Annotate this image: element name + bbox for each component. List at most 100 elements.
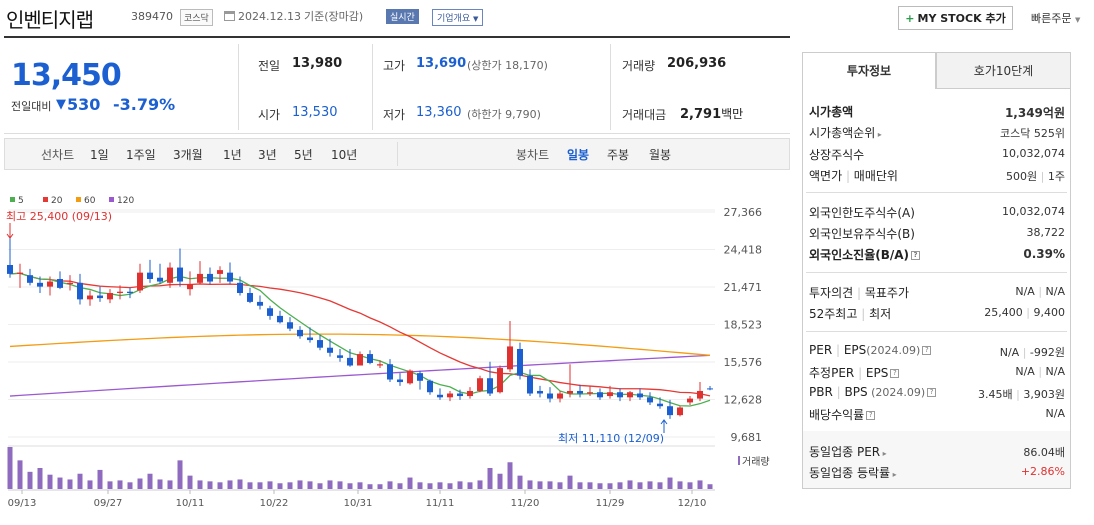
candle-body — [387, 364, 393, 380]
volume-bar — [377, 484, 383, 489]
y-tick-label: 21,471 — [724, 281, 763, 294]
change-value: ▼ 530 — [56, 95, 100, 114]
period-tab-2[interactable]: 3개월 — [173, 146, 203, 163]
separator: | — [1022, 306, 1034, 319]
separator: | — [1034, 285, 1046, 298]
volume-bar — [437, 482, 443, 489]
info-label-primary: PBR — [809, 385, 833, 399]
period-tab-1[interactable]: 1주일 — [126, 146, 156, 163]
company-info-dropdown[interactable]: 기업개요 ▼ — [432, 9, 484, 26]
separator: | — [832, 343, 844, 357]
info-value: 500원 | 1주 — [1006, 168, 1065, 184]
x-tick-label: 11/29 — [596, 498, 625, 509]
info-label-primary: PER — [809, 343, 833, 357]
candle-body — [337, 355, 343, 358]
info-value: N/A | -992원 — [1000, 344, 1065, 360]
volume-bar — [27, 471, 33, 489]
candle-body — [637, 393, 643, 398]
volume-bar — [477, 480, 483, 489]
period-tab-3[interactable]: 1년 — [223, 146, 242, 163]
volume-bar — [197, 480, 203, 489]
volume-bar — [687, 482, 693, 489]
info-label: 동일업종 PER ▸ — [809, 445, 887, 459]
info-value-secondary: 9,400 — [1033, 306, 1066, 319]
volume-bar — [287, 482, 293, 489]
candle-body — [97, 295, 103, 299]
volume-bar — [57, 477, 63, 489]
candle-tab-2[interactable]: 월봉 — [649, 146, 671, 163]
tab-hoga[interactable]: 호가10단계 — [936, 52, 1071, 89]
ma-legend-label: 120 — [117, 196, 134, 206]
candle-body — [427, 380, 433, 393]
info-value-secondary: N/A — [1045, 365, 1065, 378]
info-value: N/A | N/A — [1015, 365, 1065, 378]
info-label: 추정PER | EPS? — [809, 364, 900, 381]
candle-body — [657, 403, 663, 407]
volume-label: 거래량 — [622, 59, 656, 73]
period-tab-4[interactable]: 3년 — [258, 146, 277, 163]
volume-bar — [217, 482, 223, 489]
candle-tab-0[interactable]: 일봉 — [567, 146, 589, 163]
candle-body — [107, 292, 113, 300]
candle-body — [687, 398, 693, 403]
volume-bar — [537, 481, 543, 489]
candle-body — [67, 282, 73, 285]
price-chart: 27,366 24,418 21,471 18,523 15,576 12,628 9,68… — [6, 196, 770, 509]
tab-investment-info[interactable]: 투자정보 — [802, 52, 936, 89]
candle-body — [457, 393, 463, 397]
open-label: 시가 — [258, 108, 281, 122]
period-tab-6[interactable]: 10년 — [331, 146, 357, 163]
period-tab-5[interactable]: 5년 — [294, 146, 313, 163]
help-icon[interactable]: ? — [890, 369, 900, 378]
info-value: 3.45배 | 3,903원 — [978, 386, 1065, 402]
period-tab-0[interactable]: 1일 — [90, 146, 109, 163]
volume-bar — [157, 479, 163, 489]
info-label-primary: 52주최고 — [809, 307, 858, 321]
candle-body — [437, 394, 443, 398]
help-icon[interactable]: ? — [866, 411, 876, 420]
upper-limit: (상한가 18,170) — [467, 59, 548, 72]
info-value: N/A — [1045, 407, 1065, 420]
info-value-secondary: 1주 — [1047, 170, 1065, 183]
help-icon[interactable]: ? — [927, 388, 937, 397]
volume-bar — [87, 480, 93, 489]
x-tick-label: 10/11 — [176, 498, 205, 509]
volume-bar — [637, 482, 643, 489]
info-label: 외국인한도주식수(A) — [809, 206, 915, 220]
quick-order-button[interactable]: 빠른주문 ▼ — [1031, 10, 1080, 26]
add-mystock-button[interactable]: + MY STOCK 추가 — [898, 6, 1013, 30]
volume-bar — [587, 482, 593, 489]
info-label-primary: 추정PER — [809, 366, 855, 380]
separator: | — [832, 385, 845, 399]
help-icon[interactable]: ? — [911, 251, 921, 260]
candle-body — [37, 282, 43, 287]
high-annotation: 최고 25,400 (09/13) — [6, 210, 112, 223]
divider — [397, 142, 398, 166]
realtime-button[interactable]: 실시간 — [386, 9, 419, 24]
stock-name: 인벤티지랩 — [6, 8, 94, 32]
high-label: 고가 — [383, 59, 406, 73]
info-label: 외국인보유주식수(B) — [809, 227, 915, 241]
y-tick-label: 27,366 — [724, 206, 763, 219]
info-value-primary: 25,400 — [984, 306, 1023, 319]
change-amount: 530 — [67, 95, 101, 114]
info-label-primary: 투자의견 — [809, 286, 854, 300]
candle-body — [607, 392, 613, 397]
volume-bar — [337, 481, 343, 489]
candle-body — [287, 322, 293, 329]
help-icon[interactable]: ? — [922, 346, 932, 355]
candle-body — [277, 315, 283, 323]
high-value: 13,690 — [416, 56, 467, 71]
candle-tab-1[interactable]: 주봉 — [607, 146, 629, 163]
separator: | — [1034, 365, 1046, 378]
separator: | — [842, 169, 854, 183]
volume-bar — [447, 483, 453, 489]
high-arrow-icon — [6, 223, 14, 239]
change-percent: -3.79% — [113, 95, 176, 114]
volume-bar — [327, 480, 333, 489]
volume-bar — [677, 481, 683, 489]
candle-body — [557, 393, 563, 399]
candle-body — [207, 273, 213, 282]
volume-bar — [557, 482, 563, 489]
info-label: 상장주식수 — [809, 148, 865, 162]
